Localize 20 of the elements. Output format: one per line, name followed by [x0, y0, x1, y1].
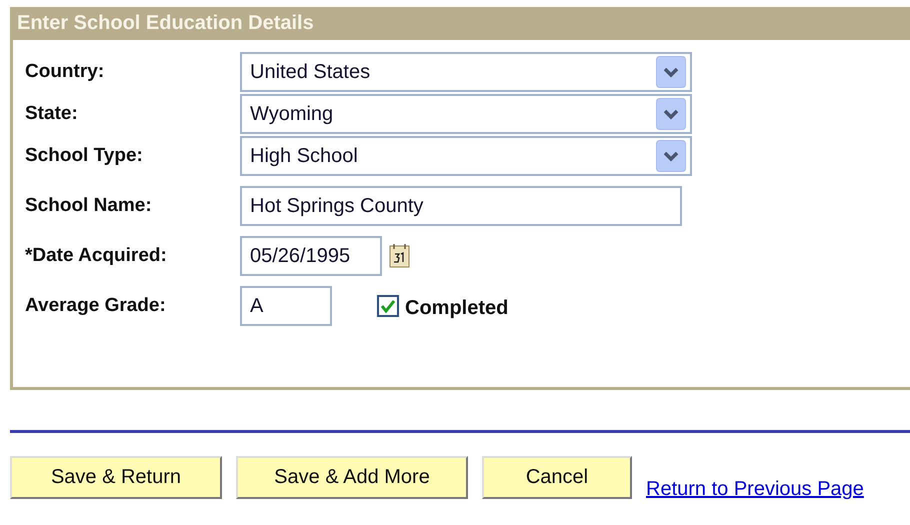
- dropdown[interactable]: United States: [240, 52, 692, 92]
- action-button[interactable]: Save & Return: [10, 456, 222, 499]
- action-button[interactable]: Cancel: [482, 456, 632, 499]
- field-label: School Name:: [25, 195, 153, 217]
- checkbox[interactable]: [377, 295, 399, 317]
- checkbox-label: Completed: [405, 296, 508, 320]
- calendar-icon[interactable]: [388, 243, 412, 269]
- field-label: Country:: [25, 61, 106, 83]
- input-field[interactable]: Hot Springs County: [240, 186, 682, 226]
- field-label: Average Grade:: [25, 295, 167, 317]
- field-label: State:: [25, 103, 79, 125]
- date-field[interactable]: 05/26/1995: [240, 236, 382, 276]
- return-link[interactable]: Return to Previous Page: [646, 478, 864, 501]
- dropdown[interactable]: High School: [240, 136, 692, 176]
- field-label: *Date Acquired:: [25, 245, 168, 267]
- dropdown[interactable]: Wyoming: [240, 94, 692, 134]
- input-field[interactable]: A: [240, 286, 332, 326]
- field-label: School Type:: [25, 145, 144, 167]
- action-button[interactable]: Save & Add More: [236, 456, 468, 499]
- panel-title: Enter School Education Details: [13, 7, 910, 40]
